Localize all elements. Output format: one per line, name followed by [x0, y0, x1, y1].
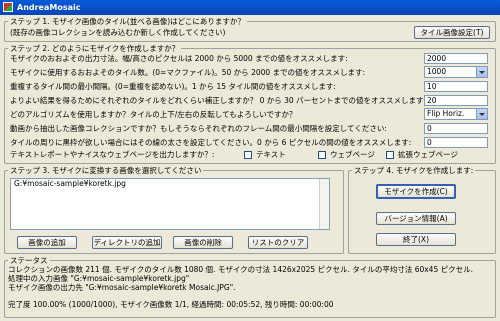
- create-mosaic-button[interactable]: モザイクを作成(C): [376, 184, 456, 199]
- step4-legend: ステップ 4. モザイクを作成します:: [354, 166, 474, 175]
- status-line-progress: 完了度 100.00% (1000/1000), モザイク画像数 1/1, 経過…: [8, 300, 334, 309]
- text-report-label: テキスト: [256, 150, 286, 159]
- webpage-label: ウェブページ: [330, 150, 375, 159]
- step1-legend: ステップ 1. モザイク画像のタイル(並べる画像)はどこにありますか？: [10, 17, 245, 26]
- status-line-output: モザイク画像の出力先 "G:¥mosaic-sample¥koretk Mosa…: [8, 283, 236, 292]
- color-correction-input[interactable]: 20: [424, 95, 488, 106]
- list-scrollbar[interactable]: [319, 179, 329, 229]
- step1-hint: (既存の画像コレクションを読み込むか新しく作成してください): [10, 28, 226, 37]
- delete-image-button[interactable]: 画像の削除: [173, 236, 233, 249]
- extended-webpage-checkbox[interactable]: [386, 151, 394, 159]
- status-legend: ステータス: [10, 256, 48, 265]
- algorithm-select[interactable]: Flip Horiz.: [424, 108, 488, 120]
- chevron-down-icon[interactable]: [476, 67, 487, 77]
- text-report-checkbox[interactable]: [244, 151, 252, 159]
- add-image-button[interactable]: 画像の追加: [17, 236, 77, 249]
- frame-interval-input[interactable]: 0: [424, 123, 488, 134]
- algorithm-value: Flip Horiz.: [427, 109, 465, 118]
- list-item[interactable]: G:¥mosaic-sample¥koretk.jpg: [11, 179, 329, 189]
- step2-legend: ステップ 2. どのようにモザイクを作成しますか？: [10, 44, 180, 53]
- webpage-checkbox[interactable]: [318, 151, 326, 159]
- output-size-label: モザイクのおおよその出力寸法。幅/高さのピクセルは 2000 から 5000 ま…: [10, 54, 348, 63]
- border-width-label: タイルの周りに黒枠が欲しい場合にはその線の太さを設定してください。0 から 6 …: [10, 138, 412, 147]
- app-icon: [3, 2, 13, 12]
- window-title: AndreaMosaic: [17, 3, 81, 12]
- add-directory-button[interactable]: ディレクトリの追加: [92, 236, 162, 249]
- algorithm-label: どのアルゴリズムを使用しますか？タイルの上下/左右の反転してもよろしいですか？: [10, 110, 297, 119]
- version-info-button[interactable]: バージョン情報(A): [376, 212, 456, 225]
- image-list[interactable]: G:¥mosaic-sample¥koretk.jpg: [10, 178, 330, 230]
- title-bar: AndreaMosaic: [0, 0, 500, 15]
- tile-count-select[interactable]: 1000: [424, 66, 488, 78]
- extended-webpage-label: 拡張ウェブページ: [398, 150, 458, 159]
- output-size-input[interactable]: 2000: [424, 53, 488, 64]
- exit-button[interactable]: 終了(X): [376, 233, 456, 246]
- chevron-down-icon[interactable]: [476, 109, 487, 119]
- min-distance-label: 重複するタイル間の最小間隔。(0=重複を認めない)。1 から 15 タイル間の値…: [10, 82, 336, 91]
- border-width-input[interactable]: 0: [424, 137, 488, 148]
- clear-list-button[interactable]: リストのクリア: [248, 236, 308, 249]
- tile-count-value: 1000: [427, 67, 447, 76]
- step3-legend: ステップ 3. モザイクに変換する画像を選択してください: [10, 166, 202, 175]
- color-correction-label: よりよい結果を得るためにそれぞれのタイルをどれくらい補正しますか？ 0 から 3…: [10, 96, 427, 105]
- frame-interval-label: 動画から抽出した画像コレクションですか？もしそうならそれぞれのフレーム間の最小間…: [10, 124, 387, 133]
- min-distance-input[interactable]: 10: [424, 81, 488, 92]
- tile-settings-button[interactable]: タイル画像設定(T): [414, 26, 490, 39]
- report-question-label: テキストレポートやナイスなウェブページを出力しますか？:: [10, 150, 215, 159]
- tile-count-label: モザイクに使用するおおよそのタイル数。(0=マクファイル)。50 から 2000…: [10, 68, 366, 77]
